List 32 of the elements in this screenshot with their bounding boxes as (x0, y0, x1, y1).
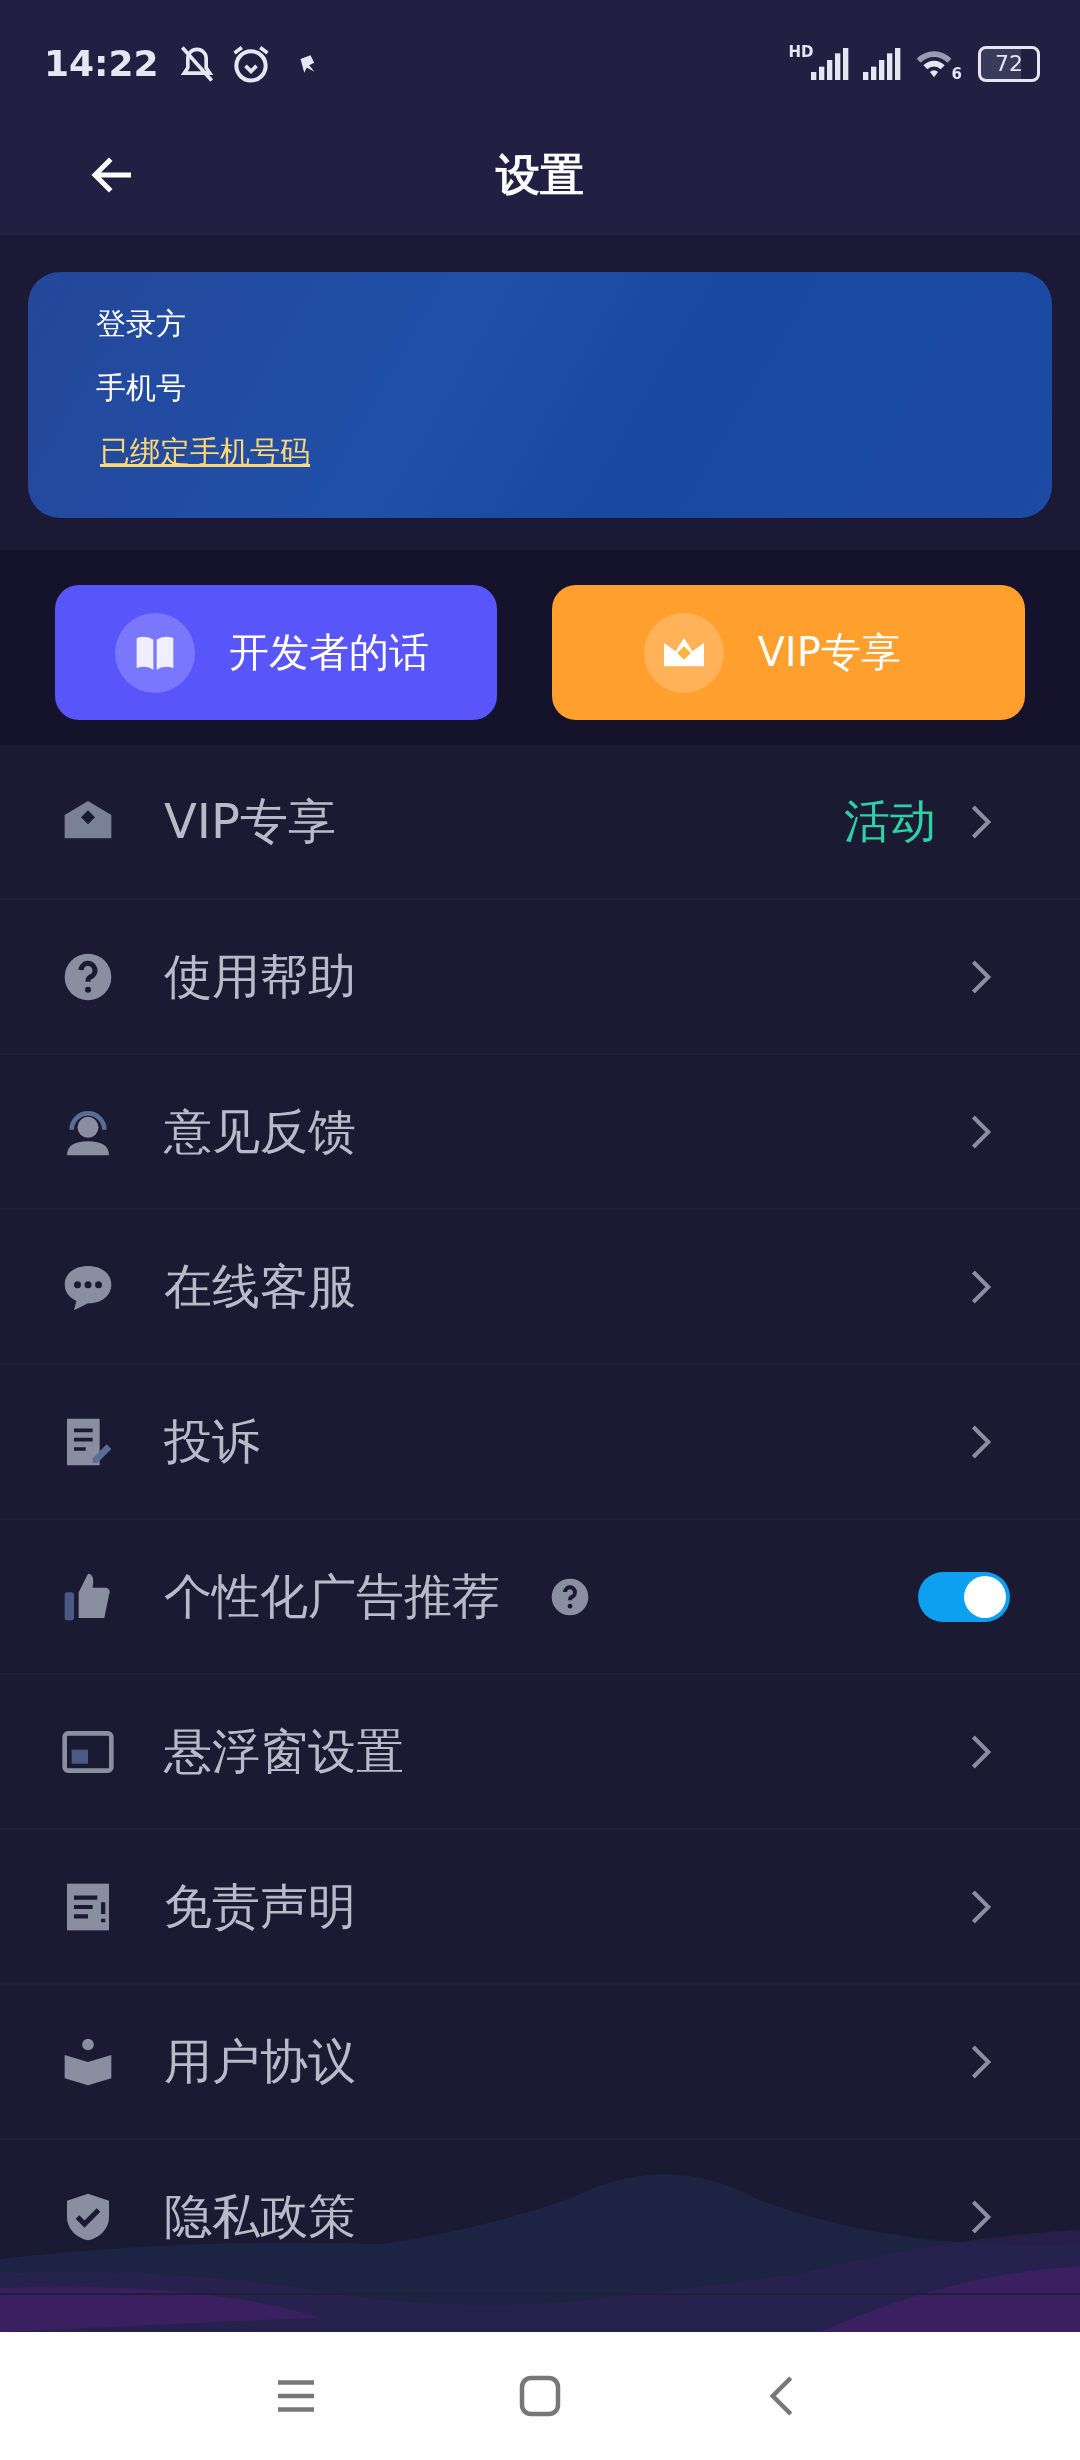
menu-item[interactable]: 悬浮窗设置 (0, 1675, 1080, 1830)
login-method-label: 登录方 (96, 305, 186, 343)
battery-indicator: 72 (978, 45, 1040, 82)
menu-item-label: 用户协议 (164, 2031, 356, 2091)
page-title: 设置 (496, 147, 584, 202)
menu-item[interactable]: 在线客服 (0, 1210, 1080, 1365)
menu-item-label: 个性化广告推荐 (164, 1566, 500, 1626)
wifi-generation-label: 6 (951, 64, 962, 83)
help-icon[interactable] (550, 1576, 590, 1617)
status-time: 14:22 (44, 43, 159, 84)
menu-item-label: 隐私政策 (164, 2186, 356, 2246)
menu-item-label: 投诉 (164, 1411, 260, 1471)
menu-item-label: 在线客服 (164, 1256, 356, 1316)
menu-item[interactable]: 使用帮助 (0, 900, 1080, 1055)
menu-item-label: 免责声明 (164, 1876, 356, 1936)
toggle-switch[interactable] (918, 1571, 1010, 1622)
developer-note-button[interactable]: 开发者的话 (55, 585, 497, 720)
menu-item-label: 意见反馈 (164, 1101, 356, 1161)
network-type-label: HD (788, 42, 814, 61)
menu-item[interactable]: VIP专享 活动 (0, 745, 1080, 900)
phone-label: 手机号 (96, 369, 186, 407)
menu-item[interactable]: 投诉 (0, 1365, 1080, 1520)
promo-label: 活动 (844, 792, 936, 850)
menu-item[interactable]: 意见反馈 (0, 1055, 1080, 1210)
menu-item[interactable]: 用户协议 (0, 1985, 1080, 2140)
book-icon (115, 612, 195, 693)
menu-item[interactable]: 免责声明 (0, 1830, 1080, 1985)
menu-item[interactable]: 隐私政策 (0, 2140, 1080, 2295)
menu-item-label: 使用帮助 (164, 946, 356, 1006)
menu-item-label: 悬浮窗设置 (164, 1721, 404, 1781)
menu-item-label: VIP专享 (164, 791, 336, 851)
bound-phone-link[interactable]: 已绑定手机号码 (100, 432, 310, 472)
